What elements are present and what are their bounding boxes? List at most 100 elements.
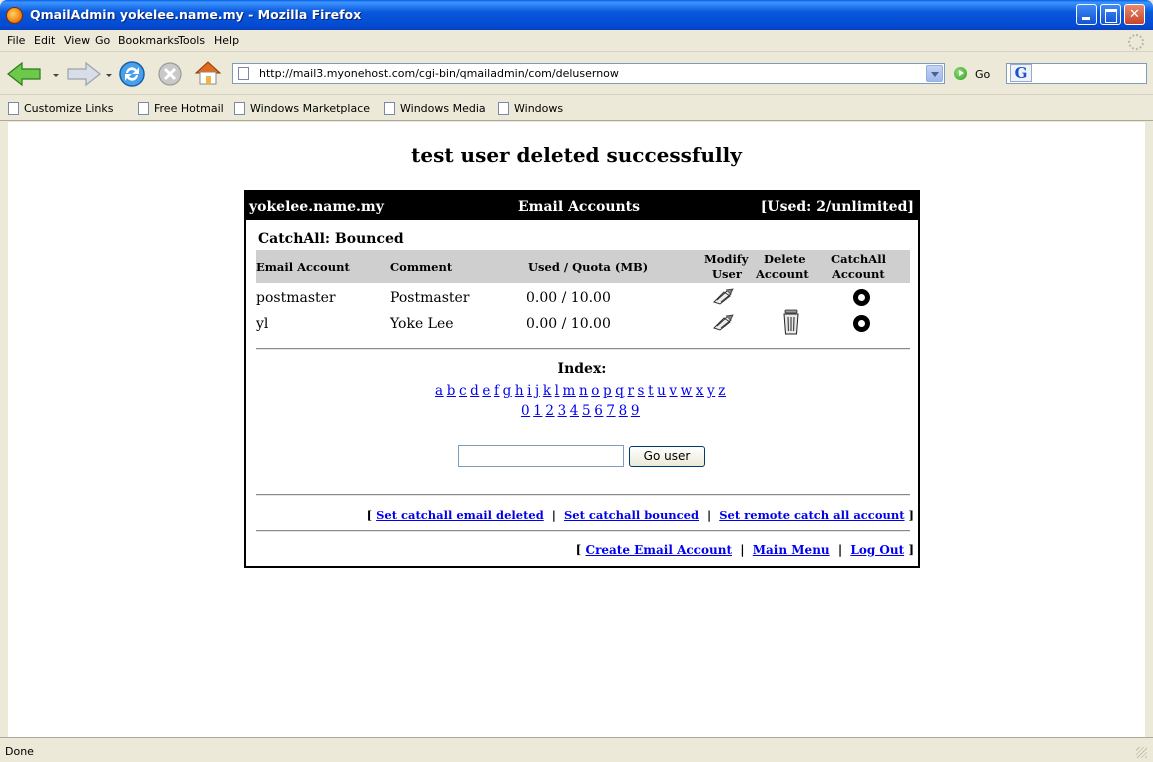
menu-view[interactable]: View — [64, 34, 90, 47]
bookmark-page-icon — [498, 102, 509, 115]
back-dropdown-icon[interactable] — [53, 74, 59, 77]
catchall-links: [ Set catchall email deleted | Set catch… — [367, 508, 914, 522]
status-bar: Done — [0, 737, 1153, 762]
reload-icon[interactable] — [117, 59, 147, 89]
column-delete-line2: Account — [756, 267, 809, 281]
index-letter-link[interactable]: n — [579, 383, 588, 399]
index-letter-link[interactable]: c — [459, 383, 467, 399]
index-letter-link[interactable]: z — [718, 383, 726, 399]
close-button[interactable]: ✕ — [1124, 4, 1145, 25]
index-letter-link[interactable]: w — [681, 383, 693, 399]
bookmark-item[interactable]: Free Hotmail — [138, 102, 224, 115]
home-icon[interactable] — [193, 59, 223, 87]
index-letter-link[interactable]: t — [648, 383, 654, 399]
index-digit-link[interactable]: 8 — [619, 403, 628, 419]
delete-account-icon[interactable] — [782, 309, 800, 335]
catchall-radio-icon[interactable] — [853, 315, 870, 332]
divider — [256, 494, 910, 496]
index-letter-link[interactable]: v — [669, 383, 677, 399]
column-modify-line1: Modify — [704, 252, 749, 266]
index-letter-link[interactable]: p — [603, 383, 612, 399]
menu-edit[interactable]: Edit — [34, 34, 55, 47]
index-digit-link[interactable]: 6 — [594, 403, 603, 419]
menu-go[interactable]: Go — [95, 34, 110, 47]
index-letter-link[interactable]: j — [535, 383, 540, 399]
index-letter-link[interactable]: b — [447, 383, 456, 399]
divider — [256, 530, 910, 532]
index-digit-link[interactable]: 9 — [631, 403, 640, 419]
index-letter-link[interactable]: u — [657, 383, 666, 399]
bookmark-page-icon — [138, 102, 149, 115]
bookmark-page-icon — [384, 102, 395, 115]
set-catchall-bounced-link[interactable]: Set catchall bounced — [564, 508, 699, 522]
index-letter-link[interactable]: y — [707, 383, 715, 399]
bracket-open: [ — [366, 508, 373, 522]
index-letter-link[interactable]: g — [503, 383, 512, 399]
index-letter-link[interactable]: q — [615, 383, 624, 399]
index-letter-link[interactable]: f — [494, 383, 500, 399]
table-header: Email Account Comment Used / Quota (MB) … — [256, 250, 910, 283]
forward-arrow-icon[interactable] — [66, 61, 102, 87]
minimize-button[interactable] — [1076, 4, 1097, 25]
resize-grip-icon[interactable] — [1136, 747, 1147, 758]
set-catchall-deleted-link[interactable]: Set catchall email deleted — [376, 508, 544, 522]
index-digit-link[interactable]: 5 — [582, 403, 591, 419]
bookmark-item[interactable]: Windows Media — [384, 102, 486, 115]
url-bar[interactable]: http://mail3.myonehost.com/cgi-bin/qmail… — [232, 63, 945, 84]
index-letter-link[interactable]: a — [435, 383, 444, 399]
index-letter-link[interactable]: e — [482, 383, 491, 399]
maximize-icon — [1101, 5, 1120, 24]
index-letter-link[interactable]: r — [627, 383, 634, 399]
index-letter-link[interactable]: h — [515, 383, 524, 399]
bookmark-item[interactable]: Customize Links — [8, 102, 114, 115]
column-catchall-line1: CatchAll — [831, 252, 886, 266]
index-letter-link[interactable]: x — [696, 383, 704, 399]
index-digit-link[interactable]: 3 — [558, 403, 567, 419]
page-icon — [238, 67, 249, 80]
go-arrow-icon[interactable] — [954, 67, 967, 80]
main-menu-link[interactable]: Main Menu — [753, 543, 830, 557]
set-remote-catchall-link[interactable]: Set remote catch all account — [719, 508, 904, 522]
log-out-link[interactable]: Log Out — [850, 543, 904, 557]
google-search-icon[interactable]: G — [1010, 64, 1032, 82]
index-letter-link[interactable]: s — [638, 383, 646, 399]
bookmark-item[interactable]: Windows Marketplace — [234, 102, 370, 115]
create-email-account-link[interactable]: Create Email Account — [586, 543, 732, 557]
menu-tools[interactable]: Tools — [178, 34, 205, 47]
menu-bookmarks[interactable]: Bookmarks — [118, 34, 179, 47]
modify-user-icon[interactable] — [712, 288, 734, 306]
column-modify-line2: User — [712, 267, 742, 281]
go-user-input[interactable] — [458, 445, 624, 467]
stop-icon[interactable] — [157, 61, 183, 87]
go-button-label[interactable]: Go — [975, 68, 990, 81]
search-box[interactable]: G — [1006, 63, 1147, 84]
bookmark-item[interactable]: Windows — [498, 102, 563, 115]
column-comment: Comment — [390, 260, 453, 274]
index-digit-link[interactable]: 1 — [533, 403, 542, 419]
column-quota: Used / Quota (MB) — [528, 260, 649, 274]
index-letter-link[interactable]: d — [470, 383, 479, 399]
index-letter-link[interactable]: m — [563, 383, 576, 399]
bookmark-label: Windows — [514, 102, 564, 115]
back-arrow-icon[interactable] — [6, 61, 46, 87]
bookmarks-toolbar: Customize Links Free Hotmail Windows Mar… — [0, 96, 1153, 121]
menu-file[interactable]: File — [7, 34, 25, 47]
domain-name: yokelee.name.my — [249, 199, 384, 215]
maximize-button[interactable] — [1100, 4, 1121, 25]
go-user-button[interactable]: Go user — [629, 446, 705, 467]
forward-dropdown-icon[interactable] — [106, 74, 112, 77]
index-letter-link[interactable]: l — [555, 383, 560, 399]
index-digit-link[interactable]: 4 — [570, 403, 579, 419]
menu-help[interactable]: Help — [214, 34, 239, 47]
modify-user-icon[interactable] — [712, 314, 734, 332]
index-digit-link[interactable]: 0 — [521, 403, 530, 419]
url-dropdown-icon[interactable] — [926, 65, 943, 82]
catchall-radio-icon[interactable] — [853, 289, 870, 306]
index-letter-link[interactable]: i — [527, 383, 532, 399]
index-digit-link[interactable]: 2 — [545, 403, 554, 419]
link-separator: | — [707, 508, 712, 522]
index-letter-link[interactable]: o — [591, 383, 600, 399]
index-digit-link[interactable]: 7 — [606, 403, 615, 419]
index-letter-link[interactable]: k — [543, 383, 552, 399]
minimize-icon — [1077, 5, 1096, 24]
